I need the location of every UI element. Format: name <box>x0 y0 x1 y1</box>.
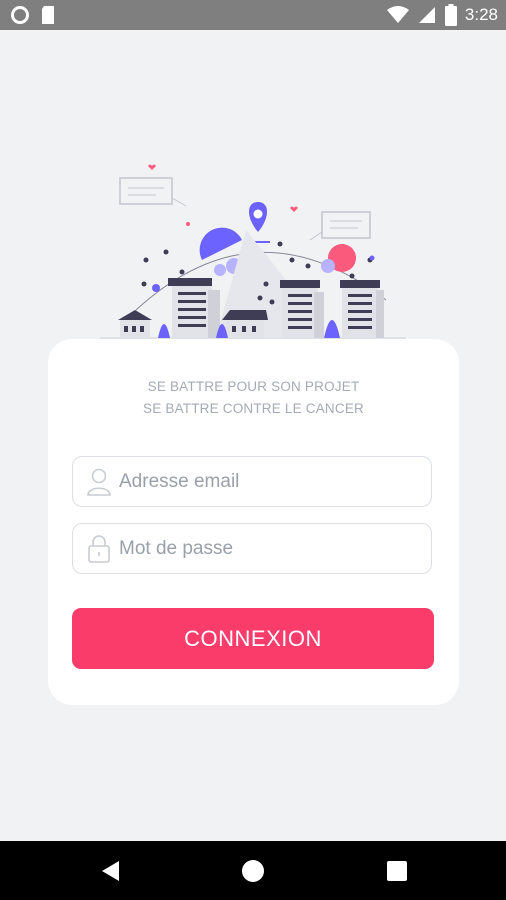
user-icon <box>87 468 111 496</box>
building-right-tall-1 <box>280 280 324 338</box>
status-time: 3:28 <box>464 5 498 24</box>
chat-bubble-left-icon <box>119 177 187 207</box>
tagline-line-1: SE BATTRE POUR SON PROJET <box>147 379 360 394</box>
heart-icon <box>148 164 156 170</box>
back-icon[interactable] <box>99 859 123 883</box>
lock-icon <box>88 535 110 563</box>
status-bar-left <box>10 5 56 25</box>
building-right-tall-2 <box>340 280 384 338</box>
recents-icon[interactable] <box>385 859 409 883</box>
heart-icon-2 <box>290 206 298 212</box>
email-input[interactable] <box>119 467 419 497</box>
login-card: SE BATTRE POUR SON PROJET SE BATTRE CONT… <box>48 339 459 705</box>
sd-card-icon <box>42 6 54 24</box>
building-left-tall <box>168 278 220 338</box>
chat-bubble-right-icon <box>309 211 371 241</box>
home-icon[interactable] <box>241 859 265 883</box>
building-left-small <box>118 310 152 338</box>
cellular-signal-icon <box>418 7 435 23</box>
status-bar-right: 3:28 <box>386 4 498 26</box>
building-middle-small <box>222 310 268 338</box>
city-illustration <box>100 164 406 339</box>
password-input[interactable] <box>119 534 419 564</box>
login-button[interactable]: CONNEXION <box>72 608 434 669</box>
battery-icon <box>444 4 457 26</box>
status-bar: 3:28 <box>0 0 506 30</box>
wifi-icon <box>386 6 409 23</box>
tagline-line-2: SE BATTRE CONTRE LE CANCER <box>143 401 364 416</box>
email-field-container[interactable] <box>72 456 432 507</box>
password-field-container[interactable] <box>72 523 432 574</box>
navigation-bar <box>0 841 506 900</box>
circle-icon <box>11 6 29 24</box>
